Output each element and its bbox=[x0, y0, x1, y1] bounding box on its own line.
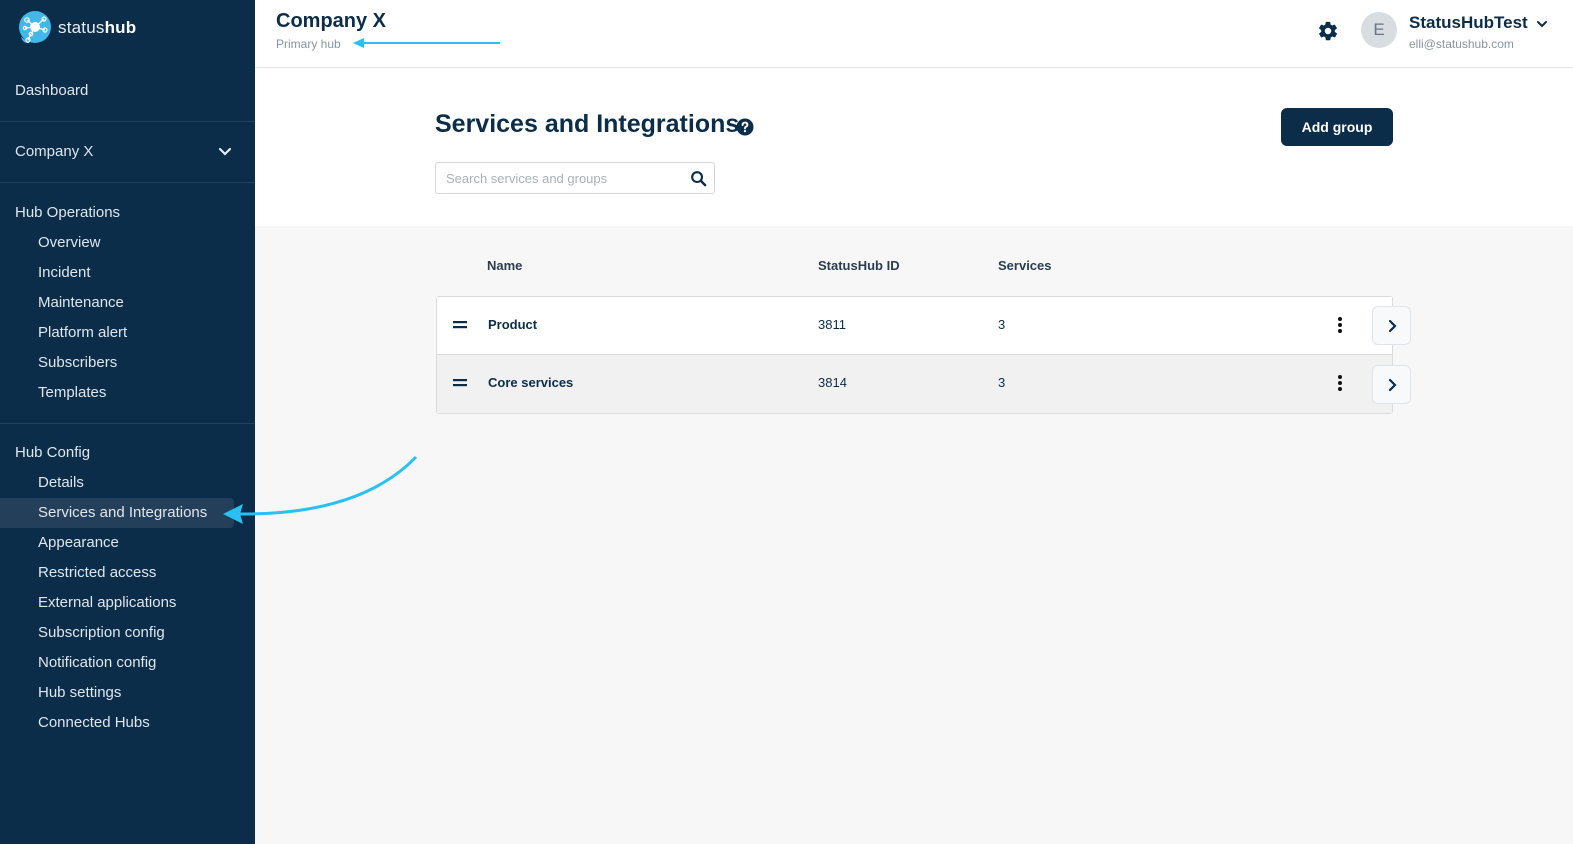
chevron-right-icon bbox=[1388, 319, 1397, 333]
hub-name: Company X bbox=[276, 10, 387, 32]
sidebar-item-notification-config[interactable]: Notification config bbox=[0, 648, 234, 678]
chevron-right-icon bbox=[1388, 378, 1397, 392]
gear-icon[interactable] bbox=[1317, 20, 1339, 42]
search-icon[interactable] bbox=[690, 170, 707, 187]
drag-handle-icon[interactable] bbox=[453, 378, 467, 388]
open-group-button[interactable] bbox=[1372, 365, 1411, 404]
sidebar-item-dashboard[interactable]: Dashboard bbox=[15, 82, 88, 99]
sidebar-item-templates[interactable]: Templates bbox=[0, 378, 234, 408]
sidebar-item-hub-settings[interactable]: Hub settings bbox=[0, 678, 234, 708]
hub-subtitle: Primary hub bbox=[276, 37, 341, 51]
search-input[interactable] bbox=[436, 163, 676, 193]
logo-text: statushub bbox=[58, 18, 137, 37]
group-services-count: 3 bbox=[998, 375, 1006, 390]
chevron-down-icon[interactable] bbox=[217, 144, 233, 160]
sidebar-item-details[interactable]: Details bbox=[0, 468, 234, 498]
sidebar-item-subscribers[interactable]: Subscribers bbox=[0, 348, 234, 378]
sidebar-divider bbox=[0, 182, 255, 183]
sidebar-item-incident[interactable]: Incident bbox=[0, 258, 234, 288]
more-options-icon[interactable] bbox=[1335, 374, 1345, 392]
sidebar-item-services-and-integrations[interactable]: Services and Integrations bbox=[0, 498, 234, 528]
open-group-button[interactable] bbox=[1372, 306, 1411, 345]
sidebar-divider bbox=[0, 121, 255, 122]
sidebar: statushub Dashboard Company X Hub Operat… bbox=[0, 0, 255, 844]
table-row[interactable]: Core services 3814 3 bbox=[437, 355, 1392, 413]
column-header-services: Services bbox=[998, 258, 1052, 273]
avatar[interactable]: E bbox=[1361, 12, 1397, 48]
column-header-statushub-id: StatusHub ID bbox=[818, 258, 900, 273]
sidebar-item-restricted-access[interactable]: Restricted access bbox=[0, 558, 234, 588]
hub-selector[interactable]: Company X bbox=[15, 143, 93, 160]
user-email: elli@statushub.com bbox=[1409, 37, 1514, 51]
page-title: Services and Integrations bbox=[435, 110, 740, 138]
section-title-hub-config: Hub Config bbox=[15, 444, 91, 461]
group-id: 3814 bbox=[818, 375, 847, 390]
search-box bbox=[435, 162, 715, 194]
column-header-name: Name bbox=[487, 258, 523, 273]
table-row[interactable]: Product 3811 3 bbox=[437, 297, 1392, 355]
drag-handle-icon[interactable] bbox=[453, 320, 467, 330]
sidebar-item-subscription-config[interactable]: Subscription config bbox=[0, 618, 234, 648]
add-group-button[interactable]: Add group bbox=[1281, 108, 1393, 146]
user-name[interactable]: StatusHubTest bbox=[1409, 13, 1528, 33]
sidebar-item-maintenance[interactable]: Maintenance bbox=[0, 288, 234, 318]
group-name: Product bbox=[488, 317, 538, 332]
top-bar: Company X Primary hub E StatusHubTest el… bbox=[255, 0, 1573, 68]
groups-table: Product 3811 3 Core services 3814 3 bbox=[436, 296, 1393, 414]
sidebar-item-overview[interactable]: Overview bbox=[0, 228, 234, 258]
sidebar-item-appearance[interactable]: Appearance bbox=[0, 528, 234, 558]
sidebar-divider bbox=[0, 423, 255, 424]
section-title-hub-operations: Hub Operations bbox=[15, 204, 121, 221]
group-name: Core services bbox=[488, 375, 574, 390]
sidebar-item-external-applications[interactable]: External applications bbox=[0, 588, 234, 618]
more-options-icon[interactable] bbox=[1335, 316, 1345, 334]
sidebar-item-connected-hubs[interactable]: Connected Hubs bbox=[0, 708, 234, 738]
statushub-logo-icon bbox=[19, 11, 51, 44]
sidebar-item-platform-alert[interactable]: Platform alert bbox=[0, 318, 234, 348]
chevron-down-icon[interactable] bbox=[1535, 17, 1549, 31]
group-id: 3811 bbox=[818, 317, 846, 332]
group-services-count: 3 bbox=[998, 317, 1006, 332]
page-header: Services and Integrations Add group bbox=[255, 68, 1573, 226]
question-circle-icon[interactable] bbox=[736, 118, 754, 136]
logo[interactable]: statushub bbox=[18, 11, 136, 45]
